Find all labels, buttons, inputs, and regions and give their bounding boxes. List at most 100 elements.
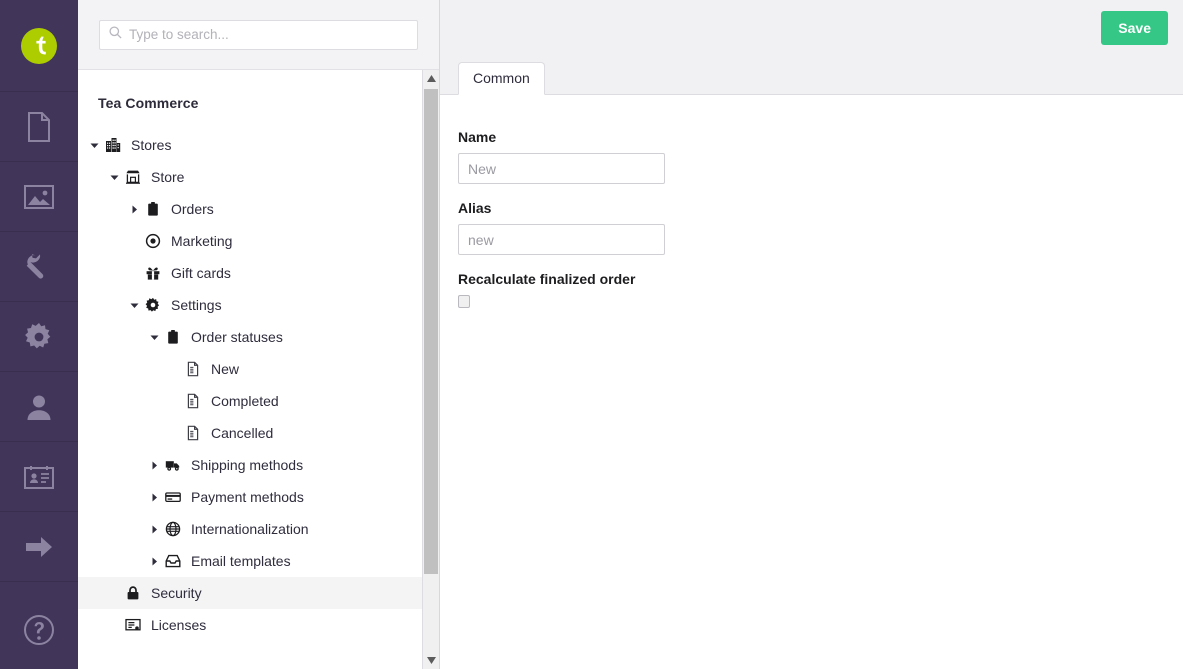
tree-node-label: Gift cards [171,265,231,281]
inbox-icon [162,553,184,569]
document-icon [182,425,204,441]
search-icon [109,25,122,44]
caret-right-icon[interactable] [146,493,162,502]
tree-node-store[interactable]: Store [78,161,422,193]
tree-node-label: Payment methods [191,489,304,505]
recalculate-label: Recalculate finalized order [458,271,636,287]
tree-node-label: Completed [211,393,279,409]
tree-node-order-statuses[interactable]: Order statuses [78,321,422,353]
section-rail [0,0,78,669]
alias-input[interactable] [458,224,665,255]
document-icon [182,361,204,377]
field-recalculate: Recalculate finalized order [458,271,1183,308]
caret-right-icon[interactable] [126,205,142,214]
tree-content: Tea Commerce Stores Store Orders Marketing G… [78,70,422,669]
members-idcard-icon [24,465,54,489]
rail-item-packages[interactable] [0,302,78,372]
packages-gear-icon [24,322,54,352]
main-content: Save Common Name Alias Recalculate final… [440,0,1183,669]
property-editor-body: Name Alias Recalculate finalized order [440,95,1183,669]
rail-item-help[interactable] [0,591,78,669]
clipboard-icon [162,329,184,345]
tree-node-label: Licenses [151,617,207,633]
tree-node-orders[interactable]: Orders [78,193,422,225]
tree-node-completed[interactable]: Completed [78,385,422,417]
users-person-icon [25,393,53,421]
tree-node-label: Marketing [171,233,233,249]
tree-node-label: Shipping methods [191,457,304,473]
tree-node-new[interactable]: New [78,353,422,385]
settings-wrench-icon [24,252,54,282]
tree-node-settings[interactable]: Settings [78,289,422,321]
rail-item-members[interactable] [0,442,78,512]
caret-right-icon[interactable] [146,525,162,534]
tree-node-security[interactable]: Security [78,577,422,609]
tree-node-label: Stores [131,137,172,153]
tree-section: Type to search... Tea Commerce Stores Sto… [78,0,440,669]
caret-down-icon[interactable] [126,301,142,310]
content-document-icon [26,111,52,142]
truck-icon [162,457,184,473]
tree-node-internationalization[interactable]: Internationalization [78,513,422,545]
rail-item-content[interactable] [0,92,78,162]
caret-down-icon[interactable] [86,141,102,150]
tab-common[interactable]: Common [458,62,545,95]
save-button[interactable]: Save [1101,11,1168,45]
tab-bar: Common [458,62,545,95]
tree-scroll-area: Tea Commerce Stores Store Orders Marketing G… [78,70,439,669]
document-icon [182,393,204,409]
tree-node-label: Settings [171,297,222,313]
search-input-wrapper[interactable]: Type to search... [99,19,418,50]
content-header: Save Common [440,0,1183,95]
field-name: Name [458,129,1183,199]
tree-node-marketing[interactable]: Marketing [78,225,422,257]
tree-node-label: Order statuses [191,329,283,345]
umbraco-backoffice: Type to search... Tea Commerce Stores Sto… [0,0,1183,669]
tree-node-label: New [211,361,240,377]
caret-down-icon[interactable] [106,173,122,182]
globe-icon [162,521,184,537]
license-icon [122,617,144,633]
recalculate-checkbox[interactable] [458,295,470,308]
tree-node-email-templates[interactable]: Email templates [78,545,422,577]
tree-node-label: Security [151,585,202,601]
tree-node-label: Email templates [191,553,291,569]
help-question-icon [23,614,55,646]
rail-spacer [0,582,78,591]
tree-node-label: Store [151,169,185,185]
tree-node-cancelled[interactable]: Cancelled [78,417,422,449]
scroll-up-button[interactable] [423,70,439,87]
tree-title: Tea Commerce [98,95,199,111]
shop-icon [122,169,144,185]
name-input[interactable] [458,153,665,184]
caret-right-icon[interactable] [146,461,162,470]
rail-item-users[interactable] [0,372,78,442]
rail-item-settings[interactable] [0,232,78,302]
tree-node-licenses[interactable]: Licenses [78,609,422,641]
alias-label: Alias [458,200,492,216]
scroll-down-button[interactable] [423,652,439,669]
media-image-icon [24,184,54,209]
caret-down-icon[interactable] [146,333,162,342]
tree-node-payment-methods[interactable]: Payment methods [78,481,422,513]
commerce-arrow-icon [24,535,54,559]
search-input[interactable]: Type to search... [129,27,229,42]
field-alias: Alias [458,200,1183,270]
umbraco-logo-icon [21,27,57,64]
clipboard-icon [142,201,164,217]
tree-scrollbar[interactable] [422,70,439,669]
scrollbar-thumb[interactable] [424,89,438,574]
caret-right-icon[interactable] [146,557,162,566]
gear-icon [142,297,164,313]
tree-node-gift-cards[interactable]: Gift cards [78,257,422,289]
lock-icon [122,585,144,601]
umbraco-logo[interactable] [0,0,78,92]
tree-node-shipping-methods[interactable]: Shipping methods [78,449,422,481]
buildings-icon [102,137,124,153]
rail-item-commerce[interactable] [0,512,78,582]
tree-node-stores[interactable]: Stores [78,129,422,161]
bullseye-icon [142,233,164,249]
creditcard-icon [162,489,184,505]
rail-item-media[interactable] [0,162,78,232]
name-label: Name [458,129,497,145]
